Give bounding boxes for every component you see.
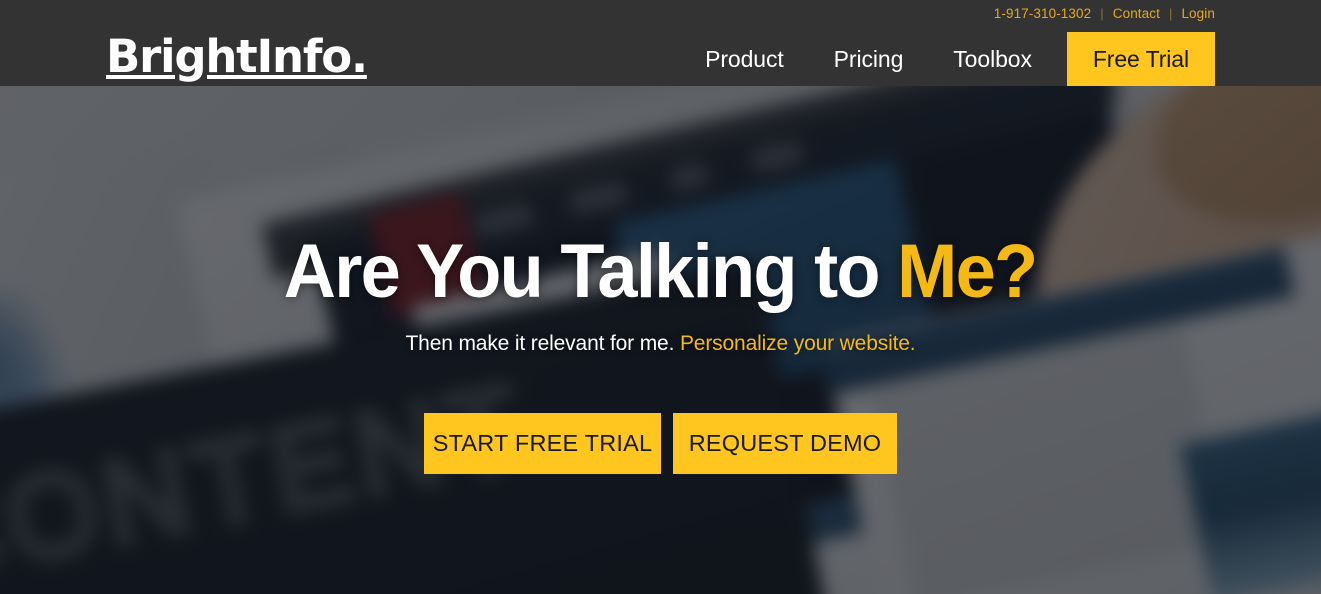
- nav-item-product[interactable]: Product: [680, 32, 809, 86]
- site-header: 1-917-310-1302 | Contact | Login BrightI…: [0, 0, 1321, 86]
- hero-subheadline: Then make it relevant for me. Personaliz…: [406, 310, 916, 356]
- hero-section: CONTENT Are You Talking to Me? Then make…: [0, 86, 1321, 594]
- hero-cta-row: START FREE TRIAL REQUEST DEMO: [424, 356, 897, 474]
- hero-headline-accent: Me?: [897, 229, 1039, 314]
- utility-separator-1: |: [1100, 5, 1104, 21]
- hero-headline: Are You Talking to Me?: [284, 86, 1038, 310]
- brand-logo[interactable]: BrightInfo.: [106, 26, 368, 86]
- phone-number-link[interactable]: 1-917-310-1302: [994, 6, 1091, 21]
- start-free-trial-button[interactable]: START FREE TRIAL: [424, 413, 661, 474]
- login-link[interactable]: Login: [1181, 6, 1215, 21]
- nav-free-trial-button[interactable]: Free Trial: [1066, 32, 1215, 86]
- nav-item-pricing[interactable]: Pricing: [809, 32, 929, 86]
- hero-headline-main: Are You Talking to: [284, 229, 898, 314]
- utility-bar: 1-917-310-1302 | Contact | Login: [994, 0, 1321, 26]
- request-demo-button[interactable]: REQUEST DEMO: [673, 413, 897, 474]
- nav-item-toolbox[interactable]: Toolbox: [928, 32, 1057, 86]
- hero-content: Are You Talking to Me? Then make it rele…: [0, 86, 1321, 594]
- hero-subheadline-main: Then make it relevant for me.: [405, 332, 680, 355]
- utility-separator-2: |: [1168, 5, 1173, 21]
- hero-subheadline-accent: Personalize your website.: [679, 332, 916, 355]
- contact-link[interactable]: Contact: [1113, 6, 1160, 21]
- main-navigation: Product Pricing Toolbox Free Trial: [680, 32, 1215, 86]
- landing-page: 1-917-310-1302 | Contact | Login BrightI…: [0, 0, 1321, 594]
